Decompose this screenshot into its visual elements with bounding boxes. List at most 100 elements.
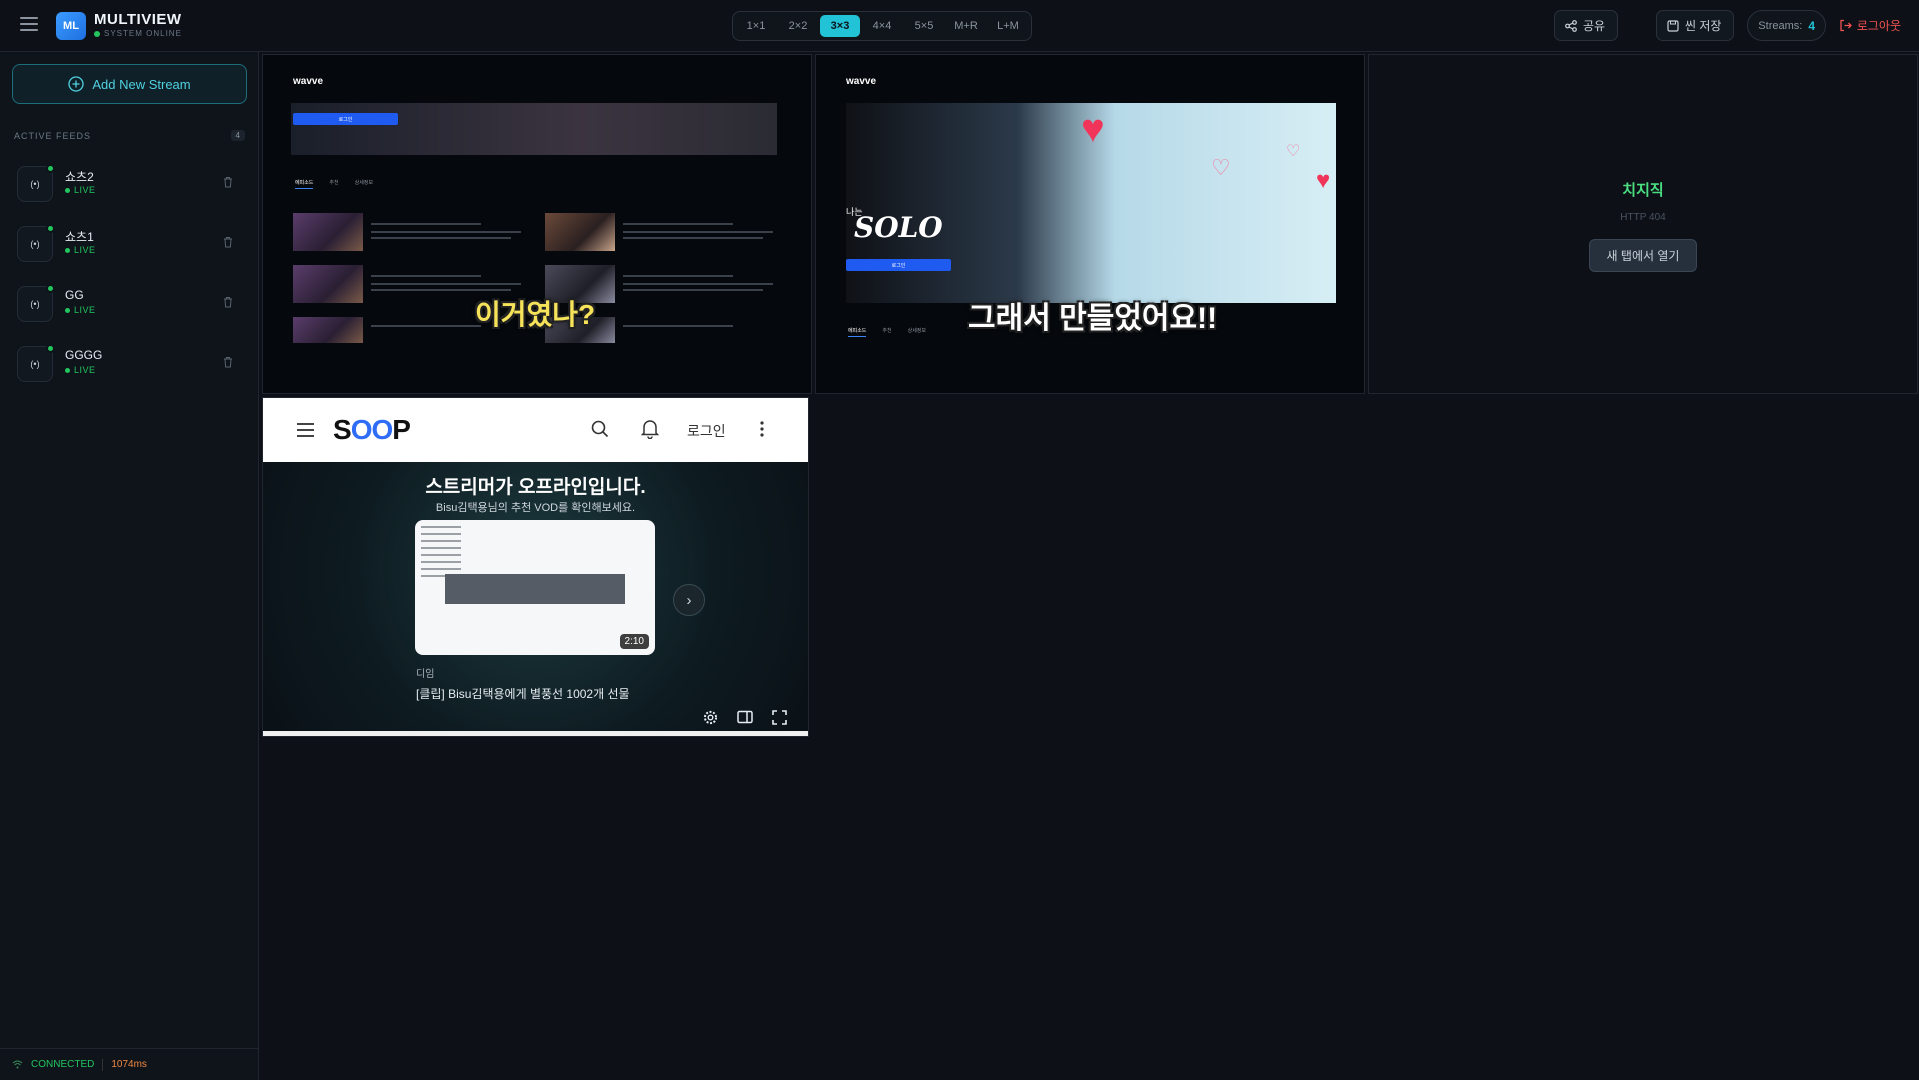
feed-status: LIVE [65, 365, 96, 375]
trash-icon[interactable] [223, 296, 233, 308]
tile-bottom-bar [816, 359, 1364, 393]
trash-icon[interactable] [223, 356, 233, 368]
logout-icon [1840, 19, 1852, 32]
error-code: HTTP 404 [1620, 212, 1666, 223]
stream-tile-4[interactable]: SOOP 로그인 스트리머가 오프라인입니다. Bisu김택용님의 추천 VOD… [262, 397, 809, 737]
trash-icon[interactable] [223, 236, 233, 248]
wavve-nav: wavve [816, 67, 1364, 95]
save-scene-button[interactable]: 씬 저장 [1656, 10, 1734, 41]
wavve-login-button[interactable]: 로그인 [293, 113, 398, 125]
heart-icon: ♥ [1316, 167, 1331, 194]
status-dot-icon [94, 30, 100, 37]
tab-recommend[interactable]: 추천 [329, 179, 338, 189]
top-actions: 공유 씬 저장 Streams: 4 로그아웃 [1499, 10, 1919, 42]
tile-bottom-bar [263, 731, 808, 736]
feed-status: LIVE [65, 305, 96, 315]
show-title: SOLO [854, 211, 943, 244]
latency-value: 1074ms [111, 1059, 147, 1070]
wavve-tabs: 에피소드 추천 상세정보 [848, 327, 926, 337]
fullscreen-icon[interactable] [772, 710, 787, 725]
chevron-right-icon[interactable]: › [673, 584, 705, 616]
tab-detail[interactable]: 상세정보 [355, 179, 373, 189]
tab-episodes[interactable]: 에피소드 [295, 179, 314, 189]
save-scene-label: 씬 저장 [1685, 19, 1722, 33]
video-caption: 이거였나? [475, 299, 596, 330]
live-dot-icon [46, 344, 55, 353]
layout-3x3-button[interactable]: 3×3 [820, 15, 860, 37]
add-stream-button[interactable]: Add New Stream [12, 64, 247, 104]
connection-status: CONNECTED [31, 1059, 95, 1070]
save-icon [1667, 19, 1679, 32]
soop-header: SOOP 로그인 [263, 398, 808, 462]
layout-5x5-button[interactable]: 5×5 [904, 15, 944, 37]
episode-item[interactable] [545, 213, 785, 251]
app-title: MULTIVIEW [94, 11, 182, 28]
logout-label: 로그아웃 [1856, 19, 1901, 33]
live-dot-icon [46, 284, 55, 293]
feed-item[interactable]: (•) 쇼츠2 LIVE [14, 160, 245, 204]
search-icon[interactable] [591, 420, 609, 438]
stream-tile-1[interactable]: wavve 로그인 에피소드 추천 상세정보 이거였나? [262, 54, 812, 394]
live-dot-icon [65, 247, 70, 253]
live-dot-icon [65, 367, 70, 373]
feed-name: 쇼츠1 [65, 230, 94, 244]
feed-name: 쇼츠2 [65, 170, 94, 184]
layout-1x1-button[interactable]: 1×1 [736, 15, 776, 37]
stream-tile-3[interactable]: 치지직 HTTP 404 새 탭에서 열기 [1368, 54, 1918, 394]
streams-count: 4 [1808, 18, 1815, 33]
tab-detail[interactable]: 상세정보 [908, 327, 926, 337]
share-button[interactable]: 공유 [1554, 10, 1618, 41]
heart-icon: ♥ [1081, 107, 1105, 151]
active-feeds-count: 4 [230, 130, 245, 141]
tab-recommend[interactable]: 추천 [882, 327, 891, 337]
bell-icon[interactable] [641, 419, 659, 439]
episode-item[interactable] [293, 213, 533, 251]
vod-thumbnail[interactable]: 2:10 [415, 520, 655, 655]
top-bar: ML MULTIVIEW SYSTEM ONLINE 1×1 2×2 3×3 4… [0, 0, 1919, 52]
feed-status: LIVE [65, 245, 96, 255]
wavve-tabs: 에피소드 추천 상세정보 [295, 179, 373, 189]
layout-l-m-button[interactable]: L+M [988, 15, 1028, 37]
more-vertical-icon[interactable] [760, 420, 764, 438]
logout-button[interactable]: 로그아웃 [1839, 10, 1901, 41]
wavve-logo: wavve [293, 75, 324, 87]
wavve-logo: wavve [846, 75, 877, 87]
vod-title[interactable]: [클립] Bisu김택용에게 별풍선 1002개 선물 [416, 685, 630, 702]
gear-icon[interactable] [703, 710, 718, 725]
active-feeds-header: ACTIVE FEEDS 4 [14, 130, 245, 141]
app-logo: ML [56, 12, 86, 40]
live-dot-icon [65, 307, 70, 313]
layout-2x2-button[interactable]: 2×2 [778, 15, 818, 37]
menu-icon[interactable] [20, 17, 38, 31]
wavve-hero [291, 103, 777, 155]
trash-icon[interactable] [223, 176, 233, 188]
wifi-icon [12, 1060, 23, 1069]
theater-mode-icon[interactable] [737, 710, 753, 724]
layout-4x4-button[interactable]: 4×4 [862, 15, 902, 37]
sidebar: Add New Stream ACTIVE FEEDS 4 (•) 쇼츠2 LI… [0, 52, 259, 1080]
wavve-login-button[interactable]: 로그인 [846, 259, 951, 271]
layout-m-r-button[interactable]: M+R [946, 15, 986, 37]
system-status-text: SYSTEM ONLINE [104, 29, 182, 38]
stream-tile-2[interactable]: wavve ♥ ♡ ♥ ♡ 나는 SOLO 로그인 에피소드 추천 상세정보 그… [815, 54, 1365, 394]
open-new-tab-button[interactable]: 새 탭에서 열기 [1589, 239, 1697, 272]
feed-item[interactable]: (•) 쇼츠1 LIVE [14, 220, 245, 264]
heart-icon: ♡ [1286, 143, 1301, 160]
soop-login-link[interactable]: 로그인 [687, 421, 726, 441]
soop-logo: SOOP [333, 414, 411, 445]
tab-episodes[interactable]: 에피소드 [848, 327, 867, 337]
feed-status: LIVE [65, 185, 96, 195]
streams-counter: Streams: 4 [1747, 10, 1826, 41]
divider [102, 1058, 104, 1071]
brand: MULTIVIEW SYSTEM ONLINE [94, 11, 182, 38]
share-label: 공유 [1583, 19, 1606, 33]
live-dot-icon [46, 164, 55, 173]
vod-duration: 2:10 [619, 634, 649, 649]
feed-name: GG [65, 288, 84, 302]
feed-item[interactable]: (•) GGGG LIVE [14, 340, 245, 384]
soop-menu-icon[interactable] [297, 423, 314, 441]
offline-heading: 스트리머가 오프라인입니다. [425, 477, 646, 498]
broadcast-icon: (•) [17, 284, 55, 322]
feed-item[interactable]: (•) GG LIVE [14, 280, 245, 324]
tile-bottom-bar [263, 359, 811, 393]
